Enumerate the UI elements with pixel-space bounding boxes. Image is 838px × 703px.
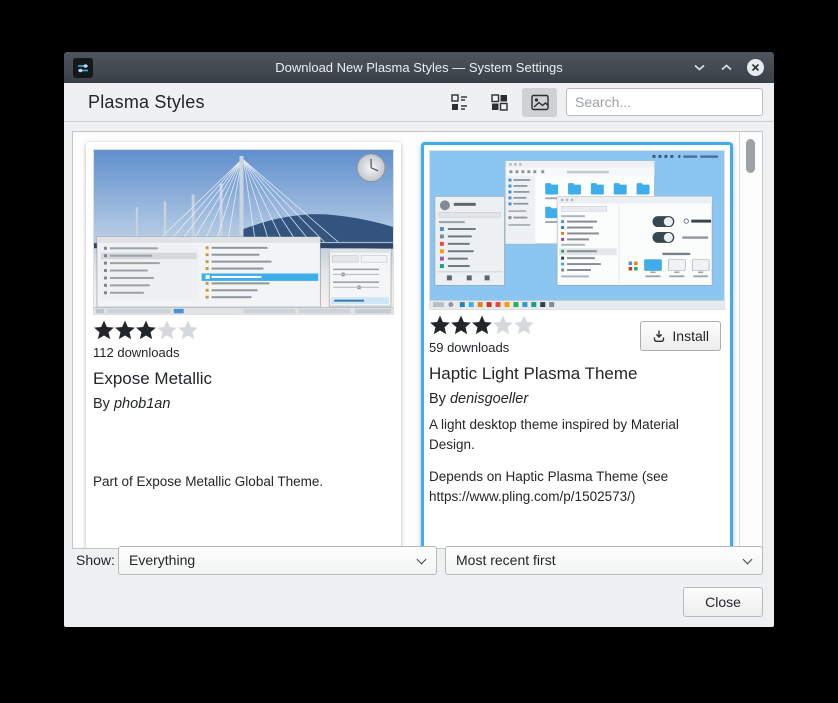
rating-stars — [93, 319, 394, 341]
theme-summary: A light desktop theme inspired by Materi… — [429, 415, 725, 457]
author-line: By denisgoeller — [429, 391, 725, 407]
theme-card-haptic-light[interactable]: Install 59 downloads Haptic Light Plasma… — [421, 142, 733, 549]
star-icon — [93, 319, 115, 341]
details-view-button[interactable] — [442, 88, 477, 117]
vertical-scrollbar-thumb[interactable] — [746, 139, 755, 173]
author-line: By phob1an — [93, 396, 394, 412]
close-icon — [751, 63, 760, 72]
scrollbar-track-divider — [739, 132, 740, 548]
list-details-icon — [450, 93, 469, 112]
page-header: Plasma Styles — [64, 83, 774, 122]
preview-view-button[interactable] — [522, 88, 557, 117]
tiles-view-button[interactable] — [482, 88, 517, 117]
star-icon — [429, 314, 451, 336]
star-icon — [492, 314, 514, 336]
chevron-up-icon — [720, 63, 733, 72]
minimize-button[interactable] — [693, 63, 706, 72]
star-icon — [177, 319, 199, 341]
install-button[interactable]: Install — [640, 321, 721, 351]
grid-tiles-icon — [490, 93, 509, 112]
theme-description: Depends on Haptic Plasma Theme (see http… — [429, 467, 725, 506]
author-name: phob1an — [114, 396, 170, 412]
image-preview-icon — [530, 93, 550, 112]
expose-metallic-screenshot — [93, 149, 394, 315]
theme-title: Haptic Light Plasma Theme — [429, 364, 725, 384]
haptic-light-screenshot — [429, 150, 725, 310]
maximize-button[interactable] — [720, 63, 733, 72]
search-input[interactable] — [567, 94, 762, 110]
close-dialog-button[interactable]: Close — [683, 587, 763, 617]
theme-description: Part of Expose Metallic Global Theme. — [93, 472, 394, 492]
show-filter-dropdown[interactable]: Everything — [118, 546, 437, 575]
page-title: Plasma Styles — [88, 92, 205, 113]
download-icon — [652, 329, 666, 343]
chevron-down-icon — [417, 555, 427, 565]
star-icon — [114, 319, 136, 341]
theme-card-expose-metallic[interactable]: 112 downloads Expose Metallic By phob1an… — [86, 142, 401, 549]
sort-order-dropdown[interactable]: Most recent first — [445, 546, 763, 575]
star-icon — [135, 319, 157, 341]
star-icon — [450, 314, 472, 336]
chevron-down-icon — [693, 63, 706, 72]
downloads-count: 112 downloads — [93, 345, 394, 360]
theme-title: Expose Metallic — [93, 369, 394, 389]
screen-background: Download New Plasma Styles — System Sett… — [0, 0, 838, 703]
search-field[interactable] — [566, 88, 763, 116]
star-icon — [156, 319, 178, 341]
star-icon — [513, 314, 535, 336]
titlebar[interactable]: Download New Plasma Styles — System Sett… — [64, 52, 774, 83]
theme-summary — [93, 420, 394, 462]
download-dialog-window: Download New Plasma Styles — System Sett… — [64, 52, 774, 627]
close-window-button[interactable] — [747, 59, 764, 76]
star-icon — [471, 314, 493, 336]
show-filter-label: Show: — [76, 546, 115, 575]
themes-list-viewport[interactable]: 112 downloads Expose Metallic By phob1an… — [72, 131, 763, 549]
author-name: denisgoeller — [450, 391, 528, 407]
chevron-down-icon — [743, 555, 753, 565]
window-title: Download New Plasma Styles — System Sett… — [64, 60, 774, 75]
